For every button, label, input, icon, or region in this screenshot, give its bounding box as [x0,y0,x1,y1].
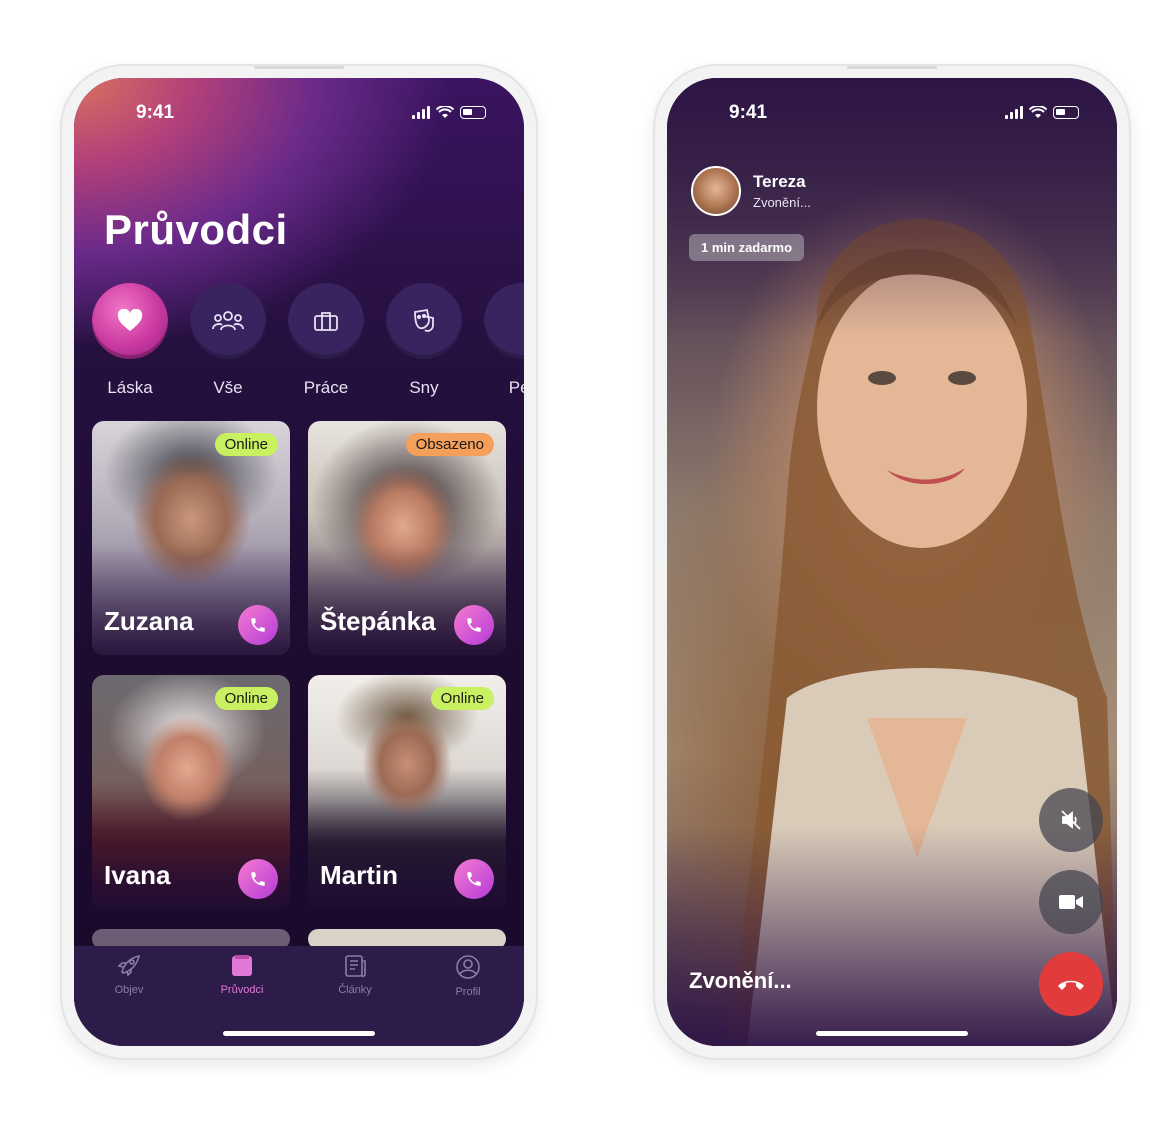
wifi-icon [1029,106,1047,118]
category-label: Vše [213,378,243,397]
tab-label: Články [338,984,372,996]
category-vse[interactable]: Vše [190,283,266,403]
video-camera-icon [1059,895,1083,909]
profile-icon [456,955,480,979]
category-partial[interactable]: Per [484,283,524,403]
category-laska[interactable]: Láska [92,283,168,403]
battery-icon [1053,106,1079,119]
end-call-icon [1058,980,1084,990]
tab-objev[interactable]: Objev [89,954,169,996]
mute-button[interactable] [1039,788,1103,852]
heart-icon [117,309,143,331]
wifi-icon [436,106,454,118]
call-button[interactable] [454,859,494,899]
category-label: Práce [303,378,349,397]
tab-pruvodci[interactable]: Průvodci [202,954,282,996]
call-button[interactable] [238,859,278,899]
guide-card-martin[interactable]: Online Martin [308,675,506,909]
status-bar: 9:41 [667,102,1117,126]
partial-category-icon [484,283,524,359]
tab-label: Objev [114,984,144,996]
bottom-tab-bar: Objev Průvodci Články Profil [74,946,524,1046]
phone-frame-guides: 9:41 Průvodci Láska Vše Práce Sny P Onli… [62,66,536,1058]
tab-label: Průvodci [220,984,264,996]
phone-frame-call: 9:41 Tereza Zvonění... 1 min zadarmo Zvo… [655,66,1129,1058]
category-prace[interactable]: Práce [288,283,364,403]
home-indicator [223,1031,375,1036]
category-label: Sny [409,378,439,397]
free-minute-pill: 1 min zadarmo [689,234,805,261]
guide-name: Zuzana [104,606,194,636]
page-title: Průvodci [104,206,288,253]
ringing-label: Zvonění... [689,968,792,993]
rocket-icon [117,954,141,977]
status-time: 9:41 [136,102,175,123]
call-button[interactable] [238,605,278,645]
guides-screen: 9:41 Průvodci Láska Vše Práce Sny P Onli… [74,78,524,1046]
status-badge: Obsazeno [405,433,494,456]
status-badge: Online [430,687,494,710]
guide-name: Martin [320,860,398,890]
guides-icon [232,955,252,976]
battery-icon [460,106,486,119]
end-call-button[interactable] [1039,952,1103,1016]
status-badge: Online [214,433,278,456]
category-label: Láska [107,378,153,397]
mask-icon [414,308,434,332]
articles-icon [345,955,366,978]
status-time: 9:41 [729,102,768,123]
call-screen: 9:41 Tereza Zvonění... 1 min zadarmo Zvo… [667,78,1117,1046]
tab-profil[interactable]: Profil [428,954,508,998]
guide-card-ivana[interactable]: Online Ivana [92,675,290,909]
phone-icon [467,872,481,886]
caller-status: Zvonění... [753,195,811,210]
category-label: Per [508,378,524,397]
phone-top-edge [254,66,344,69]
caller-info: Tereza Zvonění... [691,166,811,216]
briefcase-icon [314,312,338,331]
mute-icon [1061,810,1081,830]
category-row: Láska Vše Práce Sny P [92,283,524,403]
tab-label: Profil [455,986,481,998]
category-sny[interactable]: Sny [386,283,462,403]
call-button[interactable] [454,605,494,645]
group-icon [212,311,244,331]
status-bar: 9:41 [74,102,524,126]
status-badge: Online [214,687,278,710]
avatar [691,166,741,216]
guide-card-stepanka[interactable]: Obsazeno Štepánka [308,421,506,655]
guide-name: Ivana [104,860,171,890]
caller-name: Tereza [753,172,806,191]
guide-name: Štepánka [320,606,436,636]
phone-top-edge [847,66,937,69]
phone-icon [251,618,265,632]
signal-icon [1005,106,1023,119]
home-indicator [816,1031,968,1036]
phone-icon [251,872,265,886]
phone-icon [467,618,481,632]
video-toggle-button[interactable] [1039,870,1103,934]
guide-card-zuzana[interactable]: Online Zuzana [92,421,290,655]
tab-clanky[interactable]: Články [315,954,395,996]
signal-icon [412,106,430,119]
